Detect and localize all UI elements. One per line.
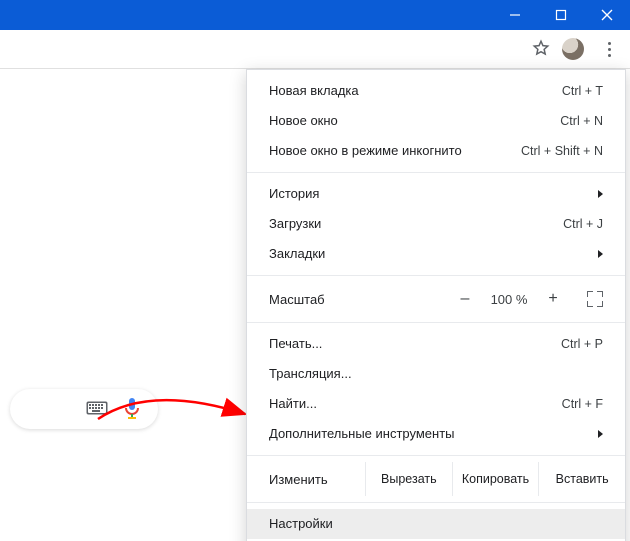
submenu-arrow-icon bbox=[598, 190, 603, 198]
menu-separator bbox=[247, 172, 625, 173]
menu-item-shortcut: Ctrl + N bbox=[560, 106, 603, 136]
menu-item-zoom: Масштаб – 100 % + bbox=[247, 282, 625, 316]
menu-item-edit: Изменить Вырезать Копировать Вставить bbox=[247, 462, 625, 496]
search-box-right-controls bbox=[10, 389, 158, 429]
menu-item-incognito[interactable]: Новое окно в режиме инкогнито Ctrl + Shi… bbox=[247, 136, 625, 166]
menu-item-label: Новое окно в режиме инкогнито bbox=[269, 136, 521, 166]
keyboard-icon[interactable] bbox=[86, 401, 108, 418]
menu-item-shortcut: Ctrl + F bbox=[562, 389, 603, 419]
menu-item-label: Найти... bbox=[269, 389, 562, 419]
browser-toolbar bbox=[0, 30, 630, 69]
menu-item-cast[interactable]: Трансляция... bbox=[247, 359, 625, 389]
page-content: Новая вкладка Ctrl + T Новое окно Ctrl +… bbox=[0, 69, 630, 541]
zoom-in-button[interactable]: + bbox=[541, 290, 565, 308]
submenu-arrow-icon bbox=[598, 430, 603, 438]
menu-item-downloads[interactable]: Загрузки Ctrl + J bbox=[247, 209, 625, 239]
menu-item-print[interactable]: Печать... Ctrl + P bbox=[247, 329, 625, 359]
menu-item-label: Настройки bbox=[269, 509, 603, 539]
menu-separator bbox=[247, 322, 625, 323]
edit-copy-button[interactable]: Копировать bbox=[452, 462, 539, 496]
menu-item-shortcut: Ctrl + Shift + N bbox=[521, 136, 603, 166]
window-titlebar bbox=[0, 0, 630, 30]
chrome-menu-button[interactable] bbox=[596, 36, 622, 63]
menu-item-more-tools[interactable]: Дополнительные инструменты bbox=[247, 419, 625, 449]
edit-paste-button[interactable]: Вставить bbox=[538, 462, 625, 496]
profile-avatar[interactable] bbox=[562, 38, 584, 60]
window-close-button[interactable] bbox=[584, 0, 630, 30]
menu-item-label: Трансляция... bbox=[269, 359, 603, 389]
menu-item-label: Закладки bbox=[269, 239, 598, 269]
menu-item-label: Новое окно bbox=[269, 106, 560, 136]
menu-item-shortcut: Ctrl + P bbox=[561, 329, 603, 359]
menu-item-shortcut: Ctrl + J bbox=[563, 209, 603, 239]
menu-item-new-tab[interactable]: Новая вкладка Ctrl + T bbox=[247, 76, 625, 106]
menu-item-history[interactable]: История bbox=[247, 179, 625, 209]
menu-item-label: Печать... bbox=[269, 329, 561, 359]
menu-item-find[interactable]: Найти... Ctrl + F bbox=[247, 389, 625, 419]
menu-item-label: Загрузки bbox=[269, 209, 563, 239]
submenu-arrow-icon bbox=[598, 250, 603, 258]
menu-item-shortcut: Ctrl + T bbox=[562, 76, 603, 106]
menu-separator bbox=[247, 502, 625, 503]
menu-separator bbox=[247, 275, 625, 276]
window-minimize-button[interactable] bbox=[492, 0, 538, 30]
edit-cut-button[interactable]: Вырезать bbox=[365, 462, 452, 496]
edit-label: Изменить bbox=[247, 462, 365, 496]
bookmark-star-icon[interactable] bbox=[532, 39, 550, 60]
menu-item-label: Дополнительные инструменты bbox=[269, 419, 598, 449]
menu-item-new-window[interactable]: Новое окно Ctrl + N bbox=[247, 106, 625, 136]
chrome-main-menu: Новая вкладка Ctrl + T Новое окно Ctrl +… bbox=[246, 69, 626, 541]
menu-item-bookmarks[interactable]: Закладки bbox=[247, 239, 625, 269]
menu-separator bbox=[247, 455, 625, 456]
zoom-value: 100 % bbox=[485, 292, 533, 307]
menu-item-label: Новая вкладка bbox=[269, 76, 562, 106]
zoom-out-button[interactable]: – bbox=[453, 290, 477, 308]
voice-search-icon[interactable] bbox=[124, 398, 140, 420]
fullscreen-icon[interactable] bbox=[587, 291, 603, 307]
window-maximize-button[interactable] bbox=[538, 0, 584, 30]
zoom-label: Масштаб bbox=[269, 292, 453, 307]
menu-item-label: История bbox=[269, 179, 598, 209]
menu-item-settings[interactable]: Настройки bbox=[247, 509, 625, 539]
